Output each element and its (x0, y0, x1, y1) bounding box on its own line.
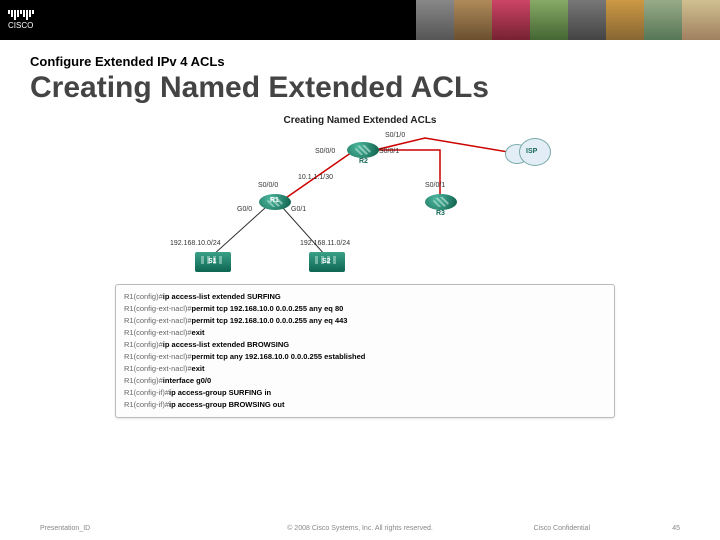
slide-subtitle: Configure Extended IPv 4 ACLs (30, 54, 690, 69)
footer: Presentation_ID © 2008 Cisco Systems, In… (0, 525, 720, 532)
term-line: R1(config)#ip access-list extended BROWS… (124, 339, 606, 351)
router-r3-label: R3 (436, 210, 445, 217)
network-diagram: R2 R1 R3 ISP S1 S2 S0/1/0 S0/0/0 S0/0/1 … (115, 130, 605, 280)
router-r2-label: R2 (359, 158, 368, 165)
term-line: R1(config)#interface g0/0 (124, 375, 606, 387)
lbl-s010: S0/1/0 (385, 132, 405, 139)
terminal-box: R1(config)#ip access-list extended SURFI… (115, 284, 615, 418)
router-r1-label: R1 (270, 197, 279, 204)
lbl-r1r2net: 10.1.1.1/30 (298, 174, 333, 181)
footer-right1: Cisco Confidential (534, 525, 590, 532)
router-r3-icon (425, 194, 457, 210)
header-bar: CISCO (0, 0, 720, 40)
switch-s2-label: S2 (322, 258, 331, 265)
lbl-lan1: 192.168.10.0/24 (170, 240, 221, 247)
footer-center: © 2008 Cisco Systems, Inc. All rights re… (287, 525, 433, 532)
term-line: R1(config)#ip access-list extended SURFI… (124, 291, 606, 303)
lbl-g00: G0/0 (237, 206, 252, 213)
lbl-s001b: S0/0/1 (425, 182, 445, 189)
lbl-g01: G0/1 (291, 206, 306, 213)
term-line: R1(config-ext-nacl)#permit tcp 192.168.1… (124, 315, 606, 327)
content-area: Configure Extended IPv 4 ACLs Creating N… (0, 40, 720, 418)
lbl-s001a: S0/0/1 (379, 148, 399, 155)
term-line: R1(config-if)#ip access-group BROWSING o… (124, 399, 606, 411)
slide-title: Creating Named Extended ACLs (30, 71, 690, 105)
term-line: R1(config-ext-nacl)#exit (124, 327, 606, 339)
lbl-s000b: S0/0/0 (258, 182, 278, 189)
lbl-s000a: S0/0/0 (315, 148, 335, 155)
router-r2-icon (347, 142, 379, 158)
cisco-logo: CISCO (8, 10, 34, 30)
logo-text: CISCO (8, 21, 34, 30)
term-line: R1(config-if)#ip access-group SURFING in (124, 387, 606, 399)
footer-right2: 45 (672, 525, 680, 532)
term-line: R1(config-ext-nacl)#exit (124, 363, 606, 375)
footer-left: Presentation_ID (40, 525, 90, 532)
term-line: R1(config-ext-nacl)#permit tcp any 192.1… (124, 351, 606, 363)
switch-s1-label: S1 (208, 258, 217, 265)
lbl-lan2: 192.168.11.0/24 (300, 240, 350, 247)
photo-strip (416, 0, 720, 40)
diagram-area: Creating Named Extended ACLs R2 R1 R3 IS… (115, 115, 605, 418)
term-line: R1(config-ext-nacl)#permit tcp 192.168.1… (124, 303, 606, 315)
isp-label: ISP (526, 148, 537, 155)
diagram-title: Creating Named Extended ACLs (115, 115, 605, 126)
